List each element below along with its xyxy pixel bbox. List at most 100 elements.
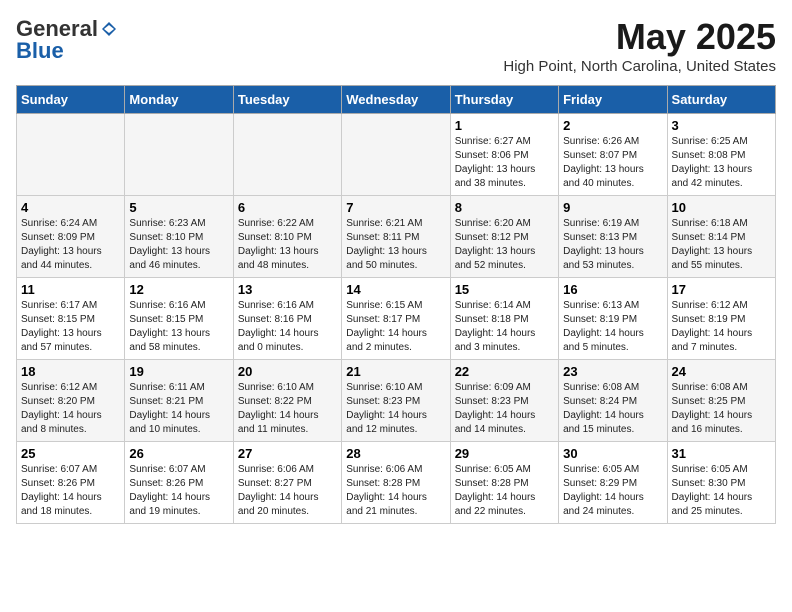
cell-info: Sunrise: 6:24 AM Sunset: 8:09 PM Dayligh… [21,217,120,273]
cell-info: Sunrise: 6:05 AM Sunset: 8:30 PM Dayligh… [672,463,771,519]
calendar-week-1: 1 Sunrise: 6:27 AM Sunset: 8:06 PM Daylig… [17,114,776,196]
calendar-cell: 20 Sunrise: 6:10 AM Sunset: 8:22 PM Dayli… [233,360,341,442]
calendar-cell: 14 Sunrise: 6:15 AM Sunset: 8:17 PM Dayli… [342,278,450,360]
cell-info: Sunrise: 6:14 AM Sunset: 8:18 PM Dayligh… [455,299,554,355]
cell-info: Sunrise: 6:12 AM Sunset: 8:19 PM Dayligh… [672,299,771,355]
day-number: 12 [129,282,228,297]
cell-info: Sunrise: 6:10 AM Sunset: 8:22 PM Dayligh… [238,381,337,437]
page-header: General Blue May 2025 High Point, North … [16,16,776,75]
day-number: 10 [672,200,771,215]
weekday-header-friday: Friday [559,86,667,114]
day-number: 29 [455,446,554,461]
day-number: 6 [238,200,337,215]
cell-info: Sunrise: 6:08 AM Sunset: 8:24 PM Dayligh… [563,381,662,437]
day-number: 24 [672,364,771,379]
calendar-cell [125,114,233,196]
cell-info: Sunrise: 6:15 AM Sunset: 8:17 PM Dayligh… [346,299,445,355]
logo: General Blue [16,16,118,64]
calendar-cell: 5Sunrise: 6:23 AM Sunset: 8:10 PM Daylig… [125,196,233,278]
day-number: 26 [129,446,228,461]
calendar-cell: 28 Sunrise: 6:06 AM Sunset: 8:28 PM Dayli… [342,442,450,524]
day-number: 25 [21,446,120,461]
day-number: 27 [238,446,337,461]
weekday-header-monday: Monday [125,86,233,114]
calendar-cell: 24 Sunrise: 6:08 AM Sunset: 8:25 PM Dayli… [667,360,775,442]
cell-info: Sunrise: 6:27 AM Sunset: 8:06 PM Dayligh… [455,135,554,191]
calendar-cell [233,114,341,196]
calendar-cell: 25 Sunrise: 6:07 AM Sunset: 8:26 PM Dayli… [17,442,125,524]
day-number: 23 [563,364,662,379]
day-number: 18 [21,364,120,379]
calendar-week-4: 18 Sunrise: 6:12 AM Sunset: 8:20 PM Dayli… [17,360,776,442]
day-number: 11 [21,282,120,297]
weekday-header-thursday: Thursday [450,86,558,114]
logo-icon [100,20,118,38]
calendar-cell: 9Sunrise: 6:19 AM Sunset: 8:13 PM Daylig… [559,196,667,278]
cell-info: Sunrise: 6:25 AM Sunset: 8:08 PM Dayligh… [672,135,771,191]
day-number: 17 [672,282,771,297]
calendar-cell: 19 Sunrise: 6:11 AM Sunset: 8:21 PM Dayli… [125,360,233,442]
day-number: 30 [563,446,662,461]
day-number: 20 [238,364,337,379]
day-number: 8 [455,200,554,215]
calendar-cell: 8 Sunrise: 6:20 AM Sunset: 8:12 PM Daylig… [450,196,558,278]
cell-info: Sunrise: 6:07 AM Sunset: 8:26 PM Dayligh… [21,463,120,519]
calendar-cell: 22 Sunrise: 6:09 AM Sunset: 8:23 PM Dayli… [450,360,558,442]
cell-info: Sunrise: 6:17 AM Sunset: 8:15 PM Dayligh… [21,299,120,355]
day-number: 7 [346,200,445,215]
calendar-cell: 27 Sunrise: 6:06 AM Sunset: 8:27 PM Dayli… [233,442,341,524]
cell-info: Sunrise: 6:09 AM Sunset: 8:23 PM Dayligh… [455,381,554,437]
calendar-cell: 18 Sunrise: 6:12 AM Sunset: 8:20 PM Dayli… [17,360,125,442]
month-title: May 2025 [503,16,776,58]
calendar-cell: 23 Sunrise: 6:08 AM Sunset: 8:24 PM Dayli… [559,360,667,442]
day-number: 28 [346,446,445,461]
cell-info: Sunrise: 6:07 AM Sunset: 8:26 PM Dayligh… [129,463,228,519]
cell-info: Sunrise: 6:06 AM Sunset: 8:28 PM Dayligh… [346,463,445,519]
calendar-cell: 7Sunrise: 6:21 AM Sunset: 8:11 PM Daylig… [342,196,450,278]
cell-info: Sunrise: 6:10 AM Sunset: 8:23 PM Dayligh… [346,381,445,437]
cell-info: Sunrise: 6:08 AM Sunset: 8:25 PM Dayligh… [672,381,771,437]
calendar-table: SundayMondayTuesdayWednesdayThursdayFrid… [16,85,776,524]
day-number: 19 [129,364,228,379]
calendar-cell: 26 Sunrise: 6:07 AM Sunset: 8:26 PM Dayli… [125,442,233,524]
title-block: May 2025 High Point, North Carolina, Uni… [503,16,776,75]
calendar-cell: 6 Sunrise: 6:22 AM Sunset: 8:10 PM Daylig… [233,196,341,278]
cell-info: Sunrise: 6:16 AM Sunset: 8:15 PM Dayligh… [129,299,228,355]
cell-info: Sunrise: 6:06 AM Sunset: 8:27 PM Dayligh… [238,463,337,519]
cell-info: Sunrise: 6:12 AM Sunset: 8:20 PM Dayligh… [21,381,120,437]
day-number: 13 [238,282,337,297]
day-number: 14 [346,282,445,297]
cell-info: Sunrise: 6:22 AM Sunset: 8:10 PM Dayligh… [238,217,337,273]
day-number: 15 [455,282,554,297]
calendar-cell: 12 Sunrise: 6:16 AM Sunset: 8:15 PM Dayli… [125,278,233,360]
cell-info: Sunrise: 6:26 AM Sunset: 8:07 PM Dayligh… [563,135,662,191]
calendar-cell: 1 Sunrise: 6:27 AM Sunset: 8:06 PM Daylig… [450,114,558,196]
cell-info: Sunrise: 6:19 AM Sunset: 8:13 PM Dayligh… [563,217,662,273]
weekday-header-tuesday: Tuesday [233,86,341,114]
cell-info: Sunrise: 6:18 AM Sunset: 8:14 PM Dayligh… [672,217,771,273]
calendar-cell: 15 Sunrise: 6:14 AM Sunset: 8:18 PM Dayli… [450,278,558,360]
day-number: 4 [21,200,120,215]
calendar-cell: 16Sunrise: 6:13 AM Sunset: 8:19 PM Dayli… [559,278,667,360]
weekday-header-saturday: Saturday [667,86,775,114]
day-number: 3 [672,118,771,133]
cell-info: Sunrise: 6:05 AM Sunset: 8:28 PM Dayligh… [455,463,554,519]
calendar-cell: 3 Sunrise: 6:25 AM Sunset: 8:08 PM Daylig… [667,114,775,196]
day-number: 21 [346,364,445,379]
cell-info: Sunrise: 6:11 AM Sunset: 8:21 PM Dayligh… [129,381,228,437]
day-number: 22 [455,364,554,379]
cell-info: Sunrise: 6:16 AM Sunset: 8:16 PM Dayligh… [238,299,337,355]
weekday-header-wednesday: Wednesday [342,86,450,114]
calendar-week-2: 4 Sunrise: 6:24 AM Sunset: 8:09 PM Daylig… [17,196,776,278]
calendar-cell: 31 Sunrise: 6:05 AM Sunset: 8:30 PM Dayli… [667,442,775,524]
cell-info: Sunrise: 6:05 AM Sunset: 8:29 PM Dayligh… [563,463,662,519]
logo-blue-text: Blue [16,38,64,64]
calendar-cell: 29 Sunrise: 6:05 AM Sunset: 8:28 PM Dayli… [450,442,558,524]
calendar-cell: 21 Sunrise: 6:10 AM Sunset: 8:23 PM Dayli… [342,360,450,442]
calendar-cell: 10 Sunrise: 6:18 AM Sunset: 8:14 PM Dayli… [667,196,775,278]
day-number: 31 [672,446,771,461]
calendar-cell: 17 Sunrise: 6:12 AM Sunset: 8:19 PM Dayli… [667,278,775,360]
cell-info: Sunrise: 6:20 AM Sunset: 8:12 PM Dayligh… [455,217,554,273]
day-number: 1 [455,118,554,133]
calendar-cell: 4 Sunrise: 6:24 AM Sunset: 8:09 PM Daylig… [17,196,125,278]
